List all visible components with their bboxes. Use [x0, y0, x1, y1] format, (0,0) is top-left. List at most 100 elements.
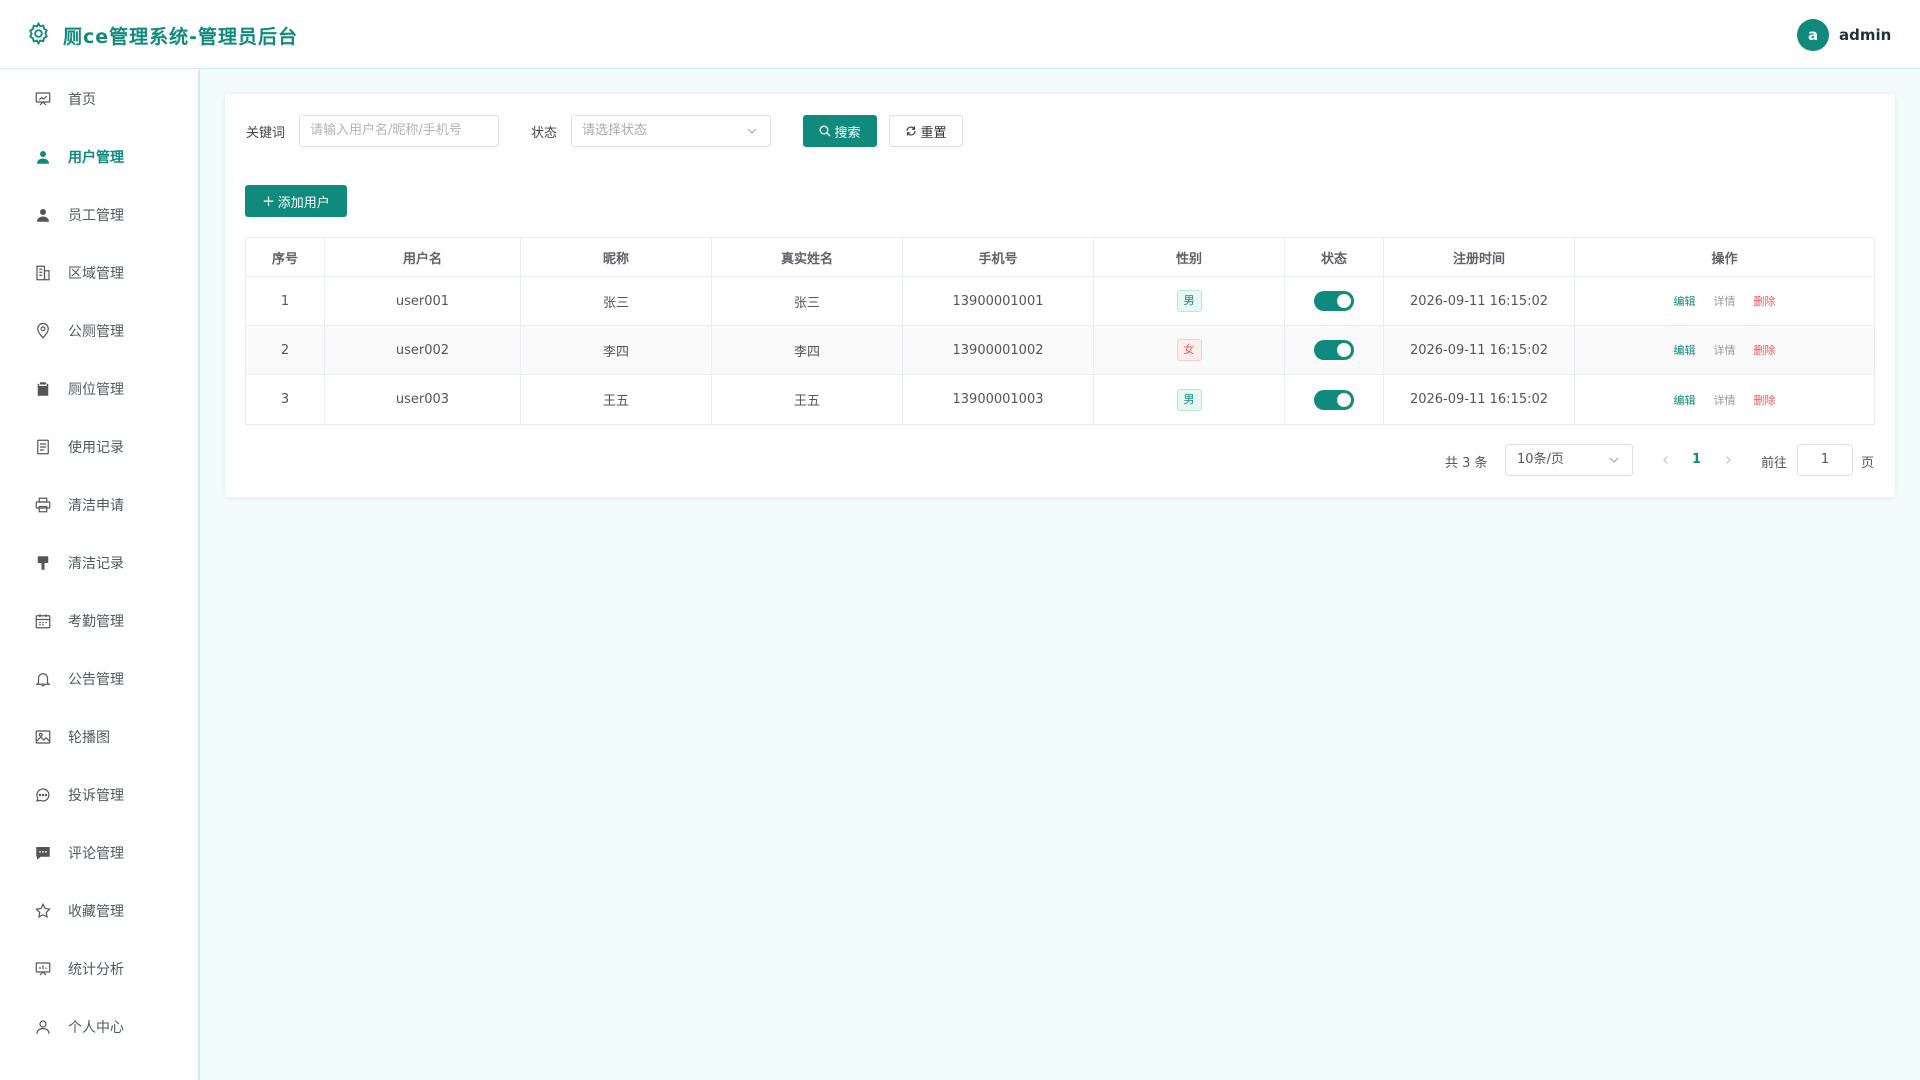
delete-link[interactable]: 删除	[1754, 342, 1776, 358]
sidebar-item-label: 区域管理	[68, 266, 124, 282]
printer-icon	[34, 496, 52, 514]
sidebar-item-label: 评论管理	[68, 846, 124, 862]
edit-link[interactable]: 编辑	[1674, 392, 1696, 408]
cell-registered: 2026-09-11 16:15:02	[1384, 375, 1575, 424]
cell-realname: 王五	[712, 375, 903, 424]
delete-link[interactable]: 删除	[1754, 293, 1776, 309]
keyword-label: 关键词	[246, 126, 286, 141]
document-icon	[34, 438, 52, 456]
cell-gender: 男	[1094, 375, 1285, 424]
sidebar-item-users[interactable]: 用户管理	[0, 128, 198, 186]
toggle-knob	[1337, 343, 1351, 357]
column-header: 操作	[1711, 251, 1738, 267]
sidebar-item-home[interactable]: 首页	[0, 70, 198, 128]
sidebar-item-label: 个人中心	[68, 1020, 124, 1036]
detail-link[interactable]: 详情	[1714, 293, 1736, 309]
column-header: 性别	[1094, 238, 1285, 276]
status-toggle[interactable]	[1314, 340, 1354, 360]
person-outline-icon	[34, 1018, 52, 1036]
cell-nickname: 张三	[521, 277, 712, 325]
sidebar-item-statistics[interactable]: 统计分析	[0, 940, 198, 998]
sidebar-item-toilets[interactable]: 公厕管理	[0, 302, 198, 360]
cell-realname: 李四	[712, 326, 903, 374]
detail-link[interactable]: 详情	[1714, 392, 1736, 408]
cell-registered: 2026-09-11 16:15:02	[1384, 326, 1575, 374]
gender-tag: 男	[1176, 290, 1202, 312]
column-header: 用户名	[325, 238, 521, 276]
add-user-button[interactable]: + 添加用户	[245, 185, 347, 217]
status-select[interactable]: 请选择状态	[571, 115, 771, 147]
status-toggle[interactable]	[1314, 291, 1354, 311]
next-page-icon[interactable]	[1723, 455, 1733, 465]
cell-username: user001	[325, 277, 521, 325]
sidebar-item-cleaning-requests[interactable]: 清洁申请	[0, 476, 198, 534]
sidebar-item-comments[interactable]: 评论管理	[0, 824, 198, 882]
sidebar: 首页 用户管理 员工管理 区域管理 公厕管理 厕位管理 使用记录 清洁申请 清洁…	[0, 70, 200, 1080]
cell-index: 2	[246, 326, 325, 374]
username[interactable]: admin	[1839, 26, 1891, 44]
keyword-input-wrapper	[299, 115, 499, 147]
table-header-row: 序号 用户名 昵称 真实姓名 手机号 性别 状态 注册时间 操作	[246, 238, 1874, 277]
keyword-input[interactable]	[310, 116, 498, 145]
sidebar-item-notices[interactable]: 公告管理	[0, 650, 198, 708]
sidebar-item-cleaning-records[interactable]: 清洁记录	[0, 534, 198, 592]
detail-link[interactable]: 详情	[1714, 342, 1736, 358]
cell-phone: 13900001002	[903, 326, 1094, 374]
reset-button[interactable]: 重置	[889, 115, 963, 147]
table-row: 1 user001 张三 张三 13900001001 男 2026-09-11…	[246, 277, 1874, 326]
sidebar-item-label: 清洁申请	[68, 498, 124, 514]
gender-tag: 男	[1176, 388, 1202, 411]
column-header: 昵称	[521, 238, 712, 276]
sidebar-item-label: 公厕管理	[68, 324, 124, 340]
toggle-knob	[1337, 294, 1351, 308]
bell-icon	[34, 670, 52, 688]
cell-status	[1285, 375, 1384, 424]
comment-icon	[34, 844, 52, 862]
user-management-card: 关键词 状态 请选择状态 搜索 重置 + 添加用户 序号 用户名 昵称 真实姓名…	[225, 94, 1895, 497]
sidebar-item-label: 用户管理	[68, 150, 124, 166]
status-toggle[interactable]	[1314, 389, 1354, 410]
sidebar-item-label: 考勤管理	[68, 614, 124, 630]
prev-page-icon[interactable]	[1661, 455, 1671, 465]
sidebar-item-label: 收藏管理	[68, 904, 124, 920]
sidebar-item-usage-records[interactable]: 使用记录	[0, 418, 198, 476]
sidebar-item-label: 公告管理	[68, 672, 124, 688]
top-header: 厕ce管理系统-管理员后台 a admin	[0, 0, 1920, 69]
dashboard-icon	[34, 90, 52, 108]
status-select-placeholder: 请选择状态	[582, 123, 648, 138]
search-icon	[820, 125, 831, 137]
delete-link[interactable]: 删除	[1754, 392, 1776, 408]
cell-phone: 13900001001	[903, 277, 1094, 325]
cell-phone: 13900001003	[903, 375, 1094, 424]
column-header: 序号	[246, 238, 325, 276]
cell-username: user002	[325, 326, 521, 374]
cell-ops: 编辑 详情 删除	[1575, 277, 1874, 325]
sidebar-item-employees[interactable]: 员工管理	[0, 186, 198, 244]
cell-index: 3	[246, 375, 325, 424]
sidebar-item-stalls[interactable]: 厕位管理	[0, 360, 198, 418]
sidebar-item-carousel[interactable]: 轮播图	[0, 708, 198, 766]
refresh-icon	[906, 126, 917, 136]
page-size-select[interactable]: 10条/页	[1505, 444, 1633, 476]
search-button[interactable]: 搜索	[803, 115, 877, 147]
avatar[interactable]: a	[1797, 19, 1829, 51]
edit-link[interactable]: 编辑	[1674, 342, 1696, 358]
sidebar-item-attendance[interactable]: 考勤管理	[0, 592, 198, 650]
sidebar-item-label: 员工管理	[68, 208, 124, 224]
sidebar-item-favorites[interactable]: 收藏管理	[0, 882, 198, 940]
gear-icon	[29, 21, 48, 46]
goto-label: 前往	[1761, 456, 1788, 471]
sidebar-item-label: 厕位管理	[68, 382, 124, 398]
table-row: 3 user003 王五 王五 13900001003 男 2026-09-11…	[246, 375, 1874, 424]
cell-ops: 编辑 详情 删除	[1575, 375, 1874, 424]
sidebar-item-complaints[interactable]: 投诉管理	[0, 766, 198, 824]
reset-button-label: 重置	[920, 125, 947, 141]
sidebar-item-profile[interactable]: 个人中心	[0, 998, 198, 1056]
edit-link[interactable]: 编辑	[1674, 293, 1696, 309]
page-number-current[interactable]: 1	[1692, 452, 1701, 467]
pagination-total: 共 3 条	[1445, 456, 1488, 471]
gender-tag: 女	[1176, 339, 1202, 361]
sidebar-item-areas[interactable]: 区域管理	[0, 244, 198, 302]
toggle-knob	[1337, 392, 1351, 407]
goto-page-input[interactable]: 1	[1797, 444, 1853, 476]
